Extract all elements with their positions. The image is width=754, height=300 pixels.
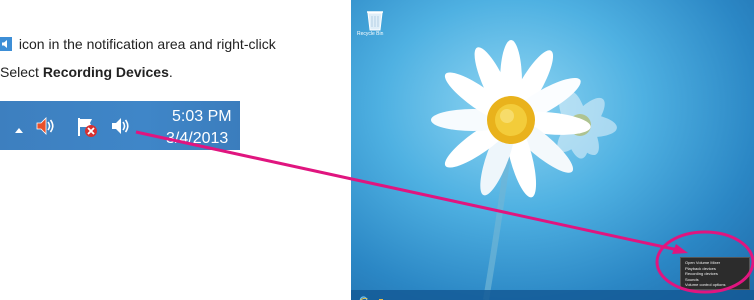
speaker-icon [0, 37, 12, 51]
main-flower [431, 40, 591, 198]
file-explorer-icon[interactable] [379, 292, 388, 300]
clock-time[interactable]: 5:03 PM [172, 108, 232, 126]
wallpaper-daisies [431, 40, 617, 300]
action-center-flag-icon[interactable] [76, 116, 98, 143]
stage: icon in the notification area and right-… [0, 0, 754, 300]
speaker-icon[interactable] [110, 116, 132, 141]
internet-explorer-icon[interactable] [359, 291, 368, 300]
clock-date[interactable]: 3/4/2013 [166, 130, 228, 148]
menu-item-volume-control-options[interactable]: Volume control options [681, 282, 749, 288]
desktop-taskbar [351, 290, 754, 300]
instruction-line-1: icon in the notification area and right-… [0, 36, 276, 52]
recycle-bin-icon[interactable] [365, 8, 385, 32]
volume-context-menu: Open Volume Mixer Playback devices Recor… [680, 257, 750, 290]
notification-area: 5:03 PM 3/4/2013 [0, 101, 240, 150]
desktop-screenshot: Recycle Bin Open Volume Mixer Playback d… [351, 0, 754, 300]
instruction-suffix: . [168, 64, 173, 80]
recording-devices-label: Recording Devices [42, 64, 169, 80]
instruction-line-2: Select Recording Devices. [0, 64, 173, 80]
chevron-up-icon[interactable] [14, 121, 24, 139]
volume-red-icon[interactable] [35, 116, 57, 141]
instruction-text-1: icon in the notification area and right-… [18, 36, 276, 52]
recycle-bin-label: Recycle Bin [357, 31, 384, 37]
instruction-prefix: Select [0, 64, 43, 80]
